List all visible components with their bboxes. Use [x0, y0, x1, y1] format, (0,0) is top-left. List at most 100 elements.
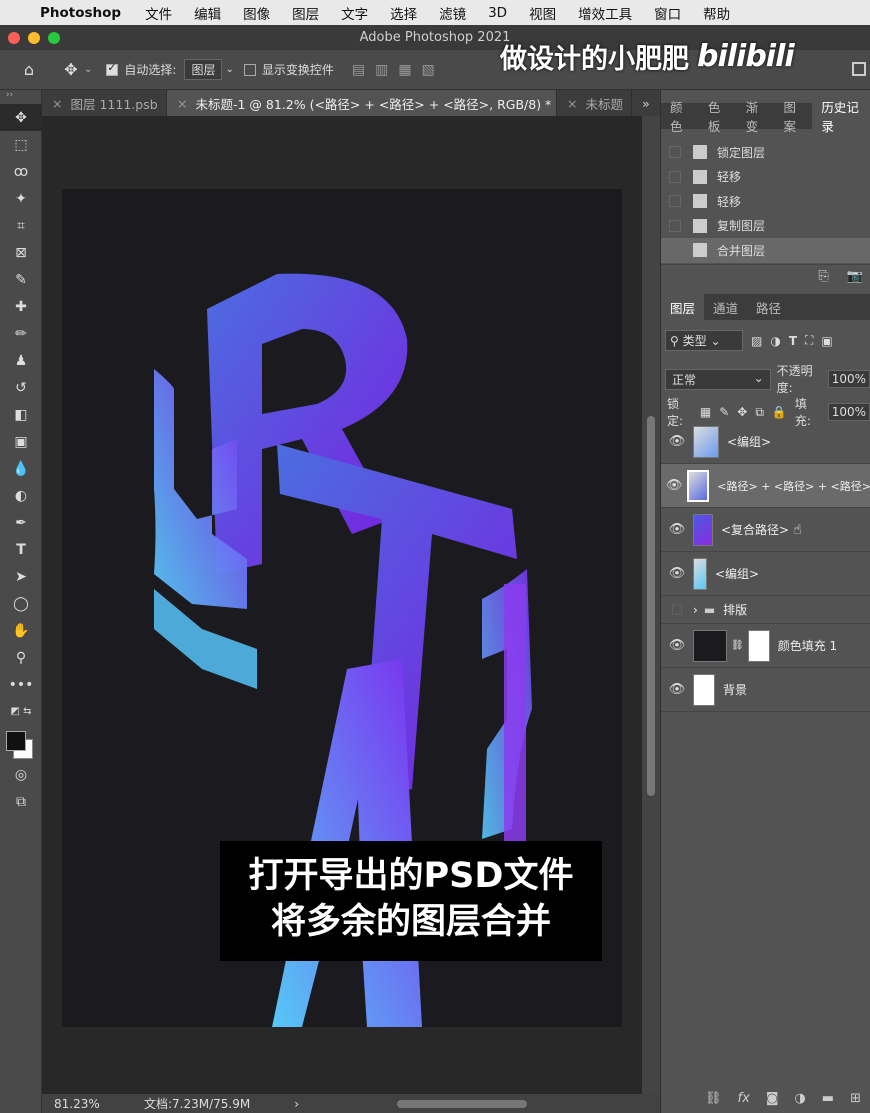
- layer-name[interactable]: <路径> + <路径> + <路径>: [717, 478, 870, 494]
- gradient-tool-icon[interactable]: ▣: [0, 428, 42, 455]
- pen-tool-icon[interactable]: ✒: [0, 509, 42, 536]
- eraser-icon[interactable]: ◧: [0, 401, 42, 428]
- history-checkbox[interactable]: [669, 170, 681, 183]
- tab-document-3[interactable]: × 未标题: [557, 90, 632, 116]
- healing-brush-icon[interactable]: ✚: [0, 293, 42, 320]
- eyedropper-icon[interactable]: ✎: [0, 266, 42, 293]
- layer-name[interactable]: <复合路径>: [721, 521, 789, 538]
- history-item[interactable]: 轻移: [661, 189, 870, 214]
- history-item[interactable]: 锁定图层: [661, 140, 870, 165]
- history-checkbox[interactable]: [669, 244, 681, 257]
- add-mask-icon[interactable]: ◙: [766, 1091, 779, 1106]
- crop-tool-icon[interactable]: ⌗: [0, 212, 42, 239]
- auto-select-checkbox[interactable]: [106, 61, 119, 76]
- menu-select[interactable]: 选择: [390, 3, 417, 23]
- menu-file[interactable]: 文件: [145, 3, 172, 23]
- eye-icon[interactable]: 👁: [661, 478, 687, 493]
- menu-image[interactable]: 图像: [243, 3, 270, 23]
- menu-filter[interactable]: 滤镜: [439, 3, 466, 23]
- move-tool-icon[interactable]: ✥: [58, 60, 84, 79]
- eye-icon[interactable]: 👁: [661, 682, 693, 697]
- eye-icon[interactable]: 👁: [661, 522, 693, 537]
- brush-tool-icon[interactable]: ✏: [0, 320, 42, 347]
- eye-icon[interactable]: 👁: [661, 638, 693, 653]
- align-icons[interactable]: ▤▥▦▧: [352, 62, 445, 78]
- fill-input[interactable]: 100%: [827, 403, 870, 421]
- history-item[interactable]: 合并图层: [661, 238, 870, 263]
- layer-row[interactable]: 👁 <复合路径> ☝: [661, 508, 870, 552]
- screen-mode-icon[interactable]: ⧉: [0, 788, 42, 815]
- zoom-level[interactable]: 81.23%: [54, 1097, 144, 1111]
- history-item[interactable]: 复制图层: [661, 214, 870, 239]
- link-layers-icon[interactable]: ⛓: [705, 1091, 722, 1106]
- lasso-tool-icon[interactable]: ꝏ: [0, 158, 42, 185]
- horizontal-scrollbar[interactable]: [397, 1100, 527, 1108]
- lock-position-icon[interactable]: ✥: [737, 405, 747, 419]
- adjustment-layer-icon[interactable]: ◑: [794, 1091, 805, 1106]
- menu-view[interactable]: 视图: [529, 3, 556, 23]
- eye-icon[interactable]: 👁: [661, 566, 693, 581]
- layer-filter-dropdown[interactable]: ⚲ 类型 ⌄: [665, 330, 743, 351]
- camera-icon[interactable]: 📷: [847, 269, 863, 284]
- eye-icon[interactable]: 👁: [661, 434, 693, 449]
- lock-pixels-icon[interactable]: ✎: [719, 405, 729, 419]
- adjustment-filter-icon[interactable]: ◑: [770, 334, 780, 348]
- history-brush-icon[interactable]: ↺: [0, 374, 42, 401]
- tab-document-1[interactable]: × 图层 1111.psb: [42, 90, 167, 116]
- shape-filter-icon[interactable]: ⛶: [805, 333, 813, 348]
- history-checkbox[interactable]: [669, 219, 681, 232]
- more-tools-icon[interactable]: •••: [0, 671, 42, 698]
- new-layer-icon[interactable]: ⊞: [850, 1091, 861, 1106]
- tab-color[interactable]: 颜色: [661, 100, 699, 134]
- vertical-scrollbar[interactable]: [642, 116, 660, 1094]
- menu-type[interactable]: 文字: [341, 3, 368, 23]
- canvas-area[interactable]: 打开导出的PSD文件 将多余的图层合并: [42, 116, 642, 1094]
- layer-name[interactable]: <编组>: [715, 565, 759, 582]
- menu-plugins[interactable]: 增效工具: [578, 3, 632, 23]
- lock-transparent-icon[interactable]: ▦: [700, 405, 711, 419]
- history-checkbox[interactable]: [669, 146, 681, 159]
- chevron-down-icon[interactable]: ⌄: [84, 64, 92, 75]
- hand-tool-icon[interactable]: ✋: [0, 617, 42, 644]
- ellipse-tool-icon[interactable]: ◯: [0, 590, 42, 617]
- move-tool-icon[interactable]: ✥: [0, 104, 42, 131]
- history-item[interactable]: 轻移: [661, 165, 870, 190]
- close-icon[interactable]: ×: [177, 96, 187, 111]
- menu-layer[interactable]: 图层: [292, 3, 319, 23]
- magic-wand-icon[interactable]: ✦: [0, 185, 42, 212]
- fx-icon[interactable]: fx: [738, 1091, 750, 1106]
- scroll-thumb[interactable]: [647, 416, 655, 796]
- zoom-tool-icon[interactable]: ⚲: [0, 644, 42, 671]
- tab-channels[interactable]: 通道: [704, 294, 747, 320]
- layer-name[interactable]: <编组>: [727, 433, 771, 450]
- show-transform-checkbox[interactable]: [243, 63, 256, 76]
- image-filter-icon[interactable]: ▨: [751, 334, 762, 348]
- collapse-icon[interactable]: ››: [0, 90, 41, 104]
- tab-gradients[interactable]: 渐变: [737, 100, 775, 134]
- opacity-input[interactable]: 100%: [827, 370, 870, 388]
- type-filter-icon[interactable]: T: [789, 334, 797, 348]
- layer-row[interactable]: 👁 <路径> + <路径> + <路径>: [661, 464, 870, 508]
- layer-row[interactable]: 👁 背景: [661, 668, 870, 712]
- menu-window[interactable]: 窗口: [654, 3, 681, 23]
- menu-help[interactable]: 帮助: [703, 3, 730, 23]
- layer-group-row[interactable]: □ › ▬ 排版: [661, 596, 870, 624]
- layer-row[interactable]: 👁 <编组>: [661, 420, 870, 464]
- color-swatches[interactable]: [0, 725, 41, 761]
- quick-mask-icon[interactable]: ◎: [0, 761, 42, 788]
- tab-document-2[interactable]: × 未标题-1 @ 81.2% (<路径> + <路径> + <路径>, RGB/…: [167, 90, 557, 116]
- visibility-box[interactable]: □: [661, 602, 693, 617]
- menu-edit[interactable]: 编辑: [194, 3, 221, 23]
- lock-all-icon[interactable]: 🔒: [772, 405, 787, 419]
- status-arrow-icon[interactable]: ›: [294, 1097, 299, 1111]
- new-document-icon[interactable]: ⎘: [818, 269, 828, 284]
- menu-3d[interactable]: 3D: [488, 5, 507, 21]
- auto-select-dropdown[interactable]: 图层: [184, 59, 223, 80]
- layer-row[interactable]: 👁 ⛓ 颜色填充 1: [661, 624, 870, 668]
- dodge-tool-icon[interactable]: ◐: [0, 482, 42, 509]
- more-tabs-icon[interactable]: »: [632, 96, 660, 111]
- home-icon[interactable]: ⌂: [0, 60, 58, 79]
- marquee-tool-icon[interactable]: ⬚: [0, 131, 42, 158]
- type-tool-icon[interactable]: T: [0, 536, 42, 563]
- layer-name[interactable]: 颜色填充 1: [778, 637, 837, 654]
